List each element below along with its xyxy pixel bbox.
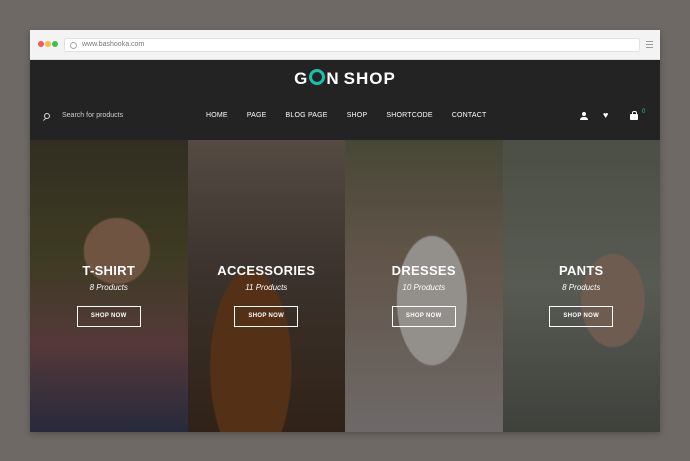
category-pants[interactable]: PANTS 8 Products SHOP NOW [502, 140, 660, 432]
cart-count: 0 [642, 109, 646, 115]
category-accessories[interactable]: ACCESSORIES 11 Products SHOP NOW [187, 140, 345, 432]
category-grid: T-SHIRT 8 Products SHOP NOW ACCESSORIES … [30, 140, 660, 432]
shop-now-button[interactable]: SHOP NOW [391, 306, 456, 327]
logo-ring-icon [309, 69, 326, 85]
logo[interactable]: G N SHOP [30, 69, 660, 89]
address-bar[interactable]: www.bashooka.com [64, 38, 640, 52]
browser-window: www.bashooka.com G N SHOP Search for produ… [30, 30, 660, 432]
nav-page[interactable]: PAGE [247, 112, 267, 119]
bag-icon[interactable] [630, 111, 638, 120]
shop-now-button[interactable]: SHOP NOW [76, 306, 141, 327]
shop-now-button[interactable]: SHOP NOW [549, 306, 614, 327]
user-icon[interactable] [580, 112, 588, 120]
shop-now-button[interactable]: SHOP NOW [234, 306, 299, 327]
nav-shortcode[interactable]: SHORTCODE [386, 112, 432, 119]
category-title: PANTS [558, 263, 604, 278]
category-count: 10 Products [402, 283, 446, 292]
category-count: 11 Products [245, 283, 288, 292]
browser-menu-icon[interactable] [646, 41, 653, 50]
nav-home[interactable]: HOME [206, 112, 228, 119]
search-icon [44, 113, 50, 119]
nav-blog-page[interactable]: BLOG PAGE [286, 112, 328, 119]
category-title: ACCESSORIES [217, 263, 316, 278]
category-dresses[interactable]: DRESSES 10 Products SHOP NOW [345, 140, 503, 432]
heart-icon[interactable]: ♥ [603, 110, 608, 120]
category-count: 8 Products [562, 283, 601, 292]
nav-contact[interactable]: CONTACT [452, 112, 487, 119]
maximize-window-dot[interactable] [52, 41, 58, 47]
globe-icon [70, 42, 77, 49]
browser-chrome: www.bashooka.com [30, 30, 660, 60]
nav-shop[interactable]: SHOP [347, 112, 368, 119]
category-count: 8 Products [89, 283, 128, 292]
category-tshirt[interactable]: T-SHIRT 8 Products SHOP NOW [30, 140, 188, 432]
category-title: T-SHIRT [82, 263, 136, 278]
search-placeholder: Search for products [62, 112, 124, 119]
url-text: www.bashooka.com [82, 41, 145, 48]
minimize-window-dot[interactable] [45, 41, 51, 47]
category-title: DRESSES [391, 263, 456, 278]
close-window-dot[interactable] [38, 41, 44, 47]
main-nav: HOME PAGE BLOG PAGE SHOP SHORTCODE CONTA… [206, 112, 505, 119]
